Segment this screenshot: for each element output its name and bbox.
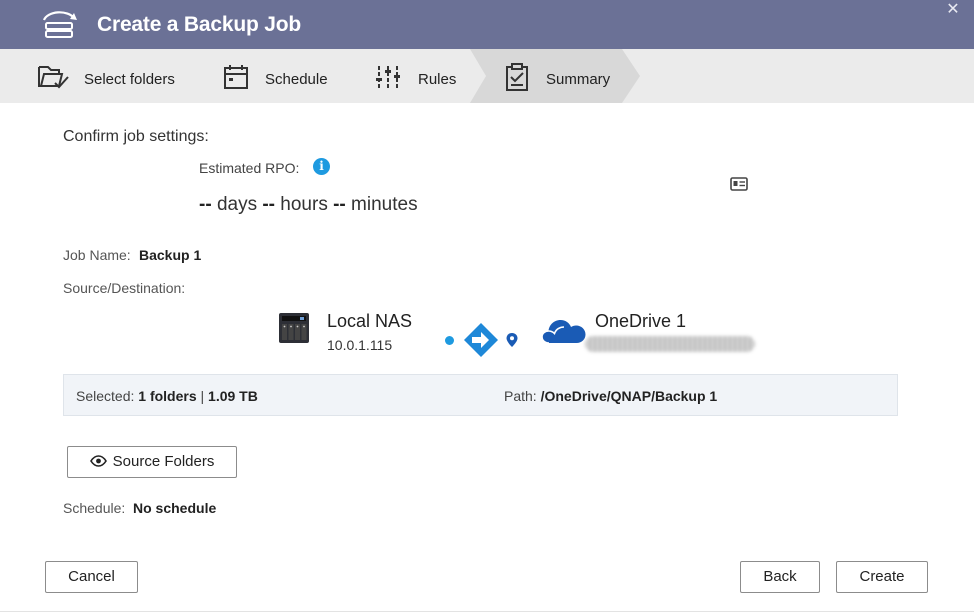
eye-icon xyxy=(89,454,107,467)
step-rules[interactable]: Rules xyxy=(365,49,475,103)
source-folders-button[interactable]: Source Folders xyxy=(67,446,237,478)
schedule-label: Schedule: xyxy=(63,500,126,516)
connector-dot-icon xyxy=(445,336,454,345)
rpo-hours-value: -- xyxy=(262,194,276,215)
direction-arrow-icon xyxy=(464,323,498,357)
rpo-hours-unit: hours xyxy=(280,194,328,215)
id-card-icon[interactable] xyxy=(730,177,748,191)
rpo-value: -- days -- hours -- minutes xyxy=(199,194,418,216)
rpo-minutes-value: -- xyxy=(333,194,346,215)
location-pin-icon xyxy=(506,333,518,347)
source-ip: 10.0.1.115 xyxy=(327,337,393,353)
selected-separator: | xyxy=(200,388,205,404)
rpo-label: Estimated RPO: xyxy=(199,160,300,176)
selected-size: 1.09 TB xyxy=(208,388,258,404)
nas-device-icon xyxy=(279,313,309,343)
step-label: Summary xyxy=(546,71,611,88)
close-button[interactable]: ✕ xyxy=(944,1,962,19)
rpo-minutes-unit: minutes xyxy=(351,194,418,215)
step-select-folders[interactable]: Select folders xyxy=(0,49,200,103)
folder-check-icon xyxy=(38,66,69,89)
create-button[interactable]: Create xyxy=(836,561,928,593)
schedule-value: No schedule xyxy=(133,500,217,516)
clipboard-check-icon xyxy=(506,63,528,91)
selection-summary-bar: Selected: 1 folders | 1.09 TB Path: /One… xyxy=(63,374,898,416)
redacted-account xyxy=(585,336,755,352)
path-summary: Path: /OneDrive/QNAP/Backup 1 xyxy=(504,388,717,404)
title-bar: Create a Backup Job ✕ xyxy=(0,0,974,49)
destination-name: OneDrive 1 xyxy=(595,311,687,331)
sliders-icon xyxy=(376,66,400,88)
confirm-title: Confirm job settings: xyxy=(63,128,209,145)
step-label: Schedule xyxy=(265,71,328,88)
rpo-days-unit: days xyxy=(216,194,258,215)
path-label: Path: xyxy=(504,388,537,404)
cancel-button[interactable]: Cancel xyxy=(45,561,138,593)
selected-summary: Selected: 1 folders | 1.09 TB xyxy=(76,388,258,404)
rpo-days-value: -- xyxy=(199,194,212,215)
step-schedule[interactable]: Schedule xyxy=(210,49,350,103)
selected-label: Selected: xyxy=(76,388,135,404)
step-label: Select folders xyxy=(84,71,175,88)
path-value: /OneDrive/QNAP/Backup 1 xyxy=(540,388,718,404)
selected-folders: 1 folders xyxy=(138,388,197,404)
backup-drive-icon xyxy=(42,11,77,38)
source-name: Local NAS xyxy=(327,311,413,331)
job-name-value: Backup 1 xyxy=(139,247,202,263)
source-destination-label: Source/Destination: xyxy=(63,280,186,296)
step-label: Rules xyxy=(418,71,457,88)
back-button[interactable]: Back xyxy=(740,561,820,593)
info-icon[interactable]: i xyxy=(313,158,330,175)
onedrive-cloud-icon xyxy=(541,320,586,344)
wizard-steps: Select folders Schedule Rules Summary xyxy=(0,49,974,103)
step-summary[interactable]: Summary xyxy=(495,49,635,103)
source-folders-label: Source Folders xyxy=(112,453,215,470)
job-name-label: Job Name: xyxy=(63,247,131,263)
window-title: Create a Backup Job xyxy=(97,13,301,36)
calendar-icon xyxy=(224,65,248,89)
